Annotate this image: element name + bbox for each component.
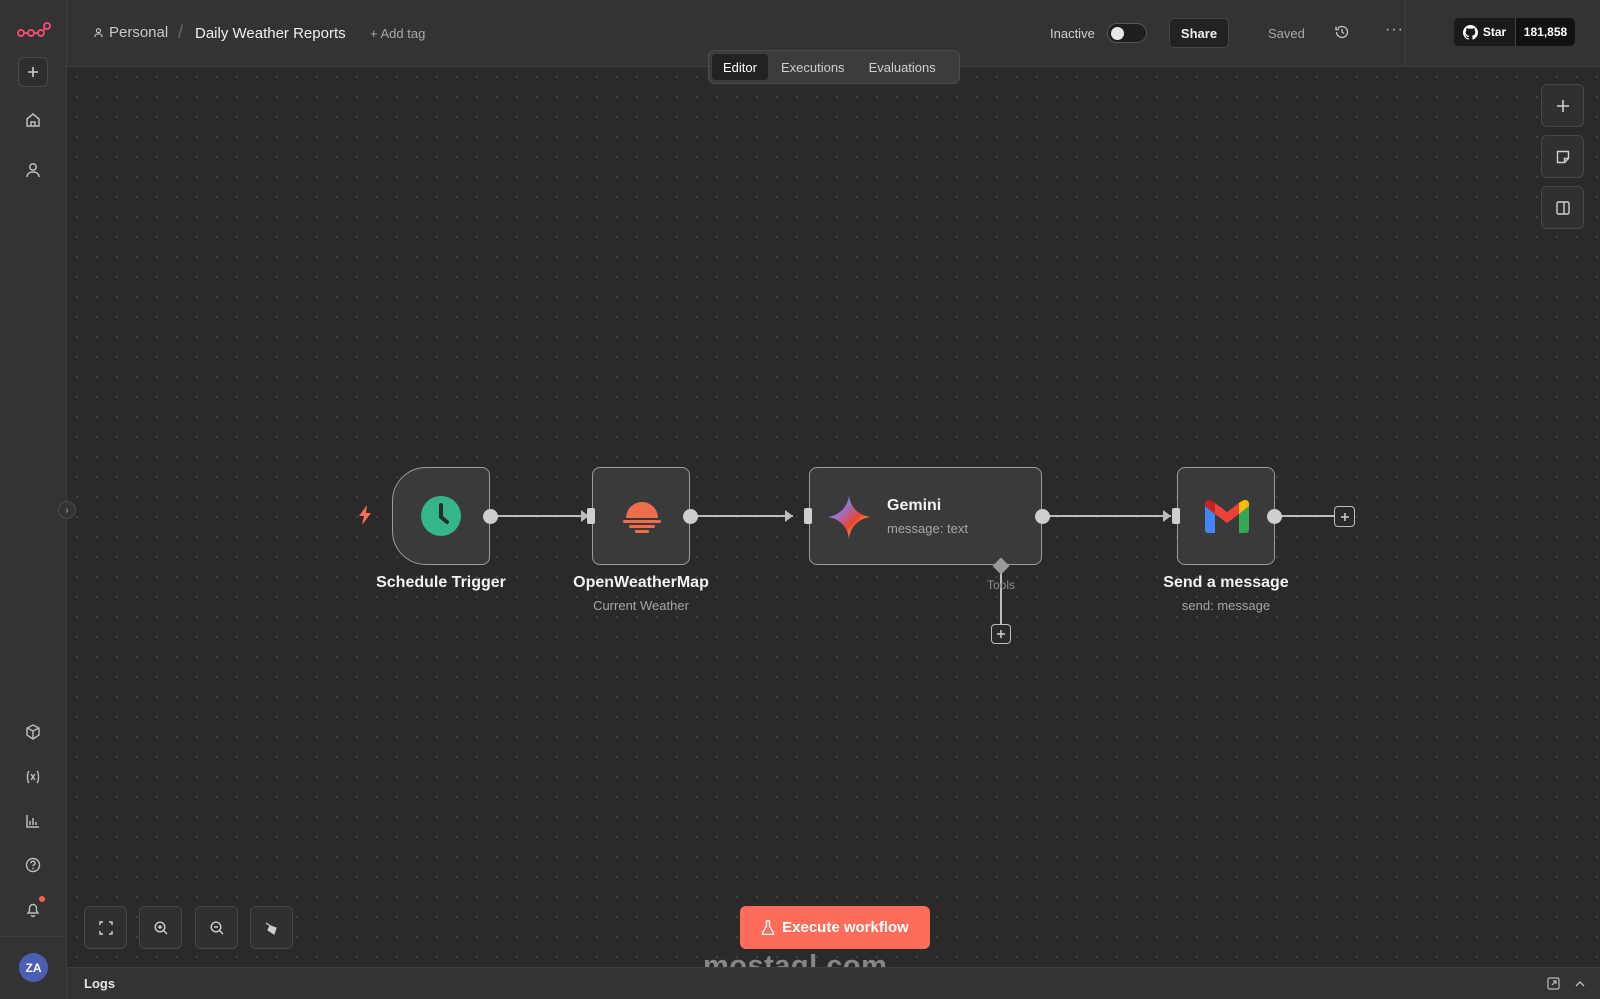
weather-output-port[interactable] [683,509,698,524]
node-schedule-label: Schedule Trigger [376,574,506,591]
gemini-output-port[interactable] [1035,509,1050,524]
pop-out-icon[interactable] [1547,977,1560,995]
insights-icon[interactable] [18,806,48,836]
zoom-in-button[interactable] [139,906,182,949]
node-weather-label: OpenWeatherMap [573,574,709,591]
n8n-logo-icon[interactable] [16,16,52,46]
tidy-up-button[interactable] [250,906,293,949]
workflow-status-label: Inactive [1050,26,1095,41]
saved-status: Saved [1268,26,1305,41]
share-button[interactable]: Share [1169,18,1229,48]
project-user-icon [94,28,103,38]
node-openweathermap[interactable] [592,467,690,565]
add-node-button[interactable] [1334,506,1355,527]
node-schedule-trigger[interactable] [392,467,490,565]
plus-icon [1340,512,1349,521]
tab-executions[interactable]: Executions [770,54,856,80]
flask-icon [761,920,775,935]
breadcrumb-project[interactable]: Personal [93,24,168,41]
node-send-message[interactable] [1177,467,1275,565]
weather-input-port[interactable] [587,508,595,524]
breadcrumb-separator: / [178,22,184,42]
view-tabs: Editor Executions Evaluations [708,50,960,84]
more-options-icon[interactable]: ··· [1385,21,1404,39]
gmail-icon [1205,500,1249,539]
chevron-up-icon[interactable] [1574,977,1586,995]
user-avatar[interactable]: ZA [19,953,48,982]
github-star-label: Star [1482,25,1507,39]
variables-icon[interactable] [18,762,48,792]
logs-bar[interactable]: Logs [67,967,1600,999]
user-icon[interactable] [18,155,48,185]
broom-icon [265,922,277,935]
zoom-in-icon [153,920,167,934]
panel-icon [1555,200,1570,215]
execute-workflow-label: Execute workflow [782,919,909,936]
zoom-out-button[interactable] [195,906,238,949]
gemini-tools-label: Tools [986,578,1015,592]
active-toggle[interactable] [1107,23,1147,43]
workflow-canvas[interactable]: Schedule Trigger OpenWeatherMap Current … [67,67,1600,967]
tab-editor[interactable]: Editor [712,54,768,80]
node-gmail-label: Send a message [1163,574,1289,591]
templates-icon[interactable] [18,717,48,747]
node-gemini[interactable]: Gemini message: text [809,467,1042,565]
open-nodes-panel-button[interactable] [1541,84,1584,127]
node-gemini-label: Gemini [887,497,942,514]
notification-dot [39,896,45,902]
github-icon [1462,24,1478,40]
github-star-button[interactable]: Star [1454,18,1515,46]
gmail-output-port[interactable] [1267,509,1282,524]
breadcrumb-project-label: Personal [109,24,169,41]
sidebar-collapse-chevron-icon[interactable]: › [58,501,76,519]
notifications-bell-icon[interactable] [18,894,48,924]
zoom-out-icon [209,920,223,934]
help-icon[interactable] [18,850,48,880]
add-tool-button[interactable] [991,624,1011,644]
toggle-knob [1111,27,1124,40]
logs-label: Logs [84,976,116,991]
add-tag-button[interactable]: + Add tag [370,26,425,41]
create-button[interactable] [18,57,48,87]
sticky-note-icon [1556,150,1569,163]
app-root: ZA › Personal / Daily Weather Reports + … [0,0,1600,999]
node-gemini-subtitle: message: text [887,521,968,536]
github-star-count[interactable]: 181,858 [1515,18,1575,46]
sidebar-divider [0,936,67,937]
plus-icon [997,630,1005,638]
execute-workflow-button[interactable]: Execute workflow [740,906,930,949]
node-weather-subtitle: Current Weather [593,598,689,613]
schedule-output-port[interactable] [483,509,498,524]
plus-icon [1556,99,1569,112]
header-divider [1405,0,1406,67]
tab-evaluations[interactable]: Evaluations [858,54,947,80]
trigger-lightning-icon [357,505,373,530]
history-icon[interactable] [1334,24,1350,45]
fit-view-button[interactable] [84,906,127,949]
add-sticky-note-button[interactable] [1541,135,1584,178]
fullscreen-icon [98,920,113,935]
gmail-input-port[interactable] [1172,508,1180,524]
workflow-title[interactable]: Daily Weather Reports [195,25,346,42]
node-gmail-subtitle: send: message [1181,598,1271,613]
toggle-panel-button[interactable] [1541,186,1584,229]
sidebar: ZA [0,0,67,999]
home-icon[interactable] [18,105,48,135]
clock-icon [421,496,461,541]
gemini-star-icon [827,495,871,544]
sunset-icon [621,498,663,539]
gemini-input-port[interactable] [804,508,812,524]
